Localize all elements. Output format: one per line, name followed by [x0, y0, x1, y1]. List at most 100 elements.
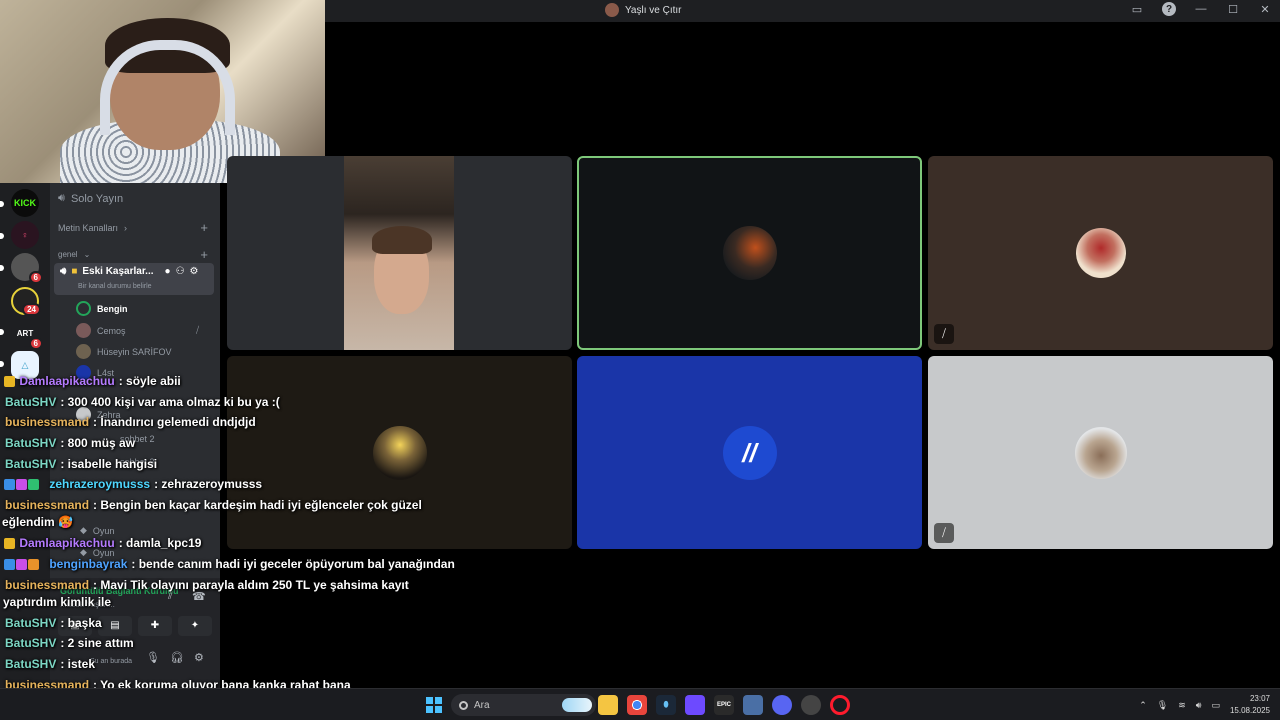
chat-text: : 2 sine attım [60, 636, 134, 650]
chat-message: Damlaapikachuu: söyle abii [4, 374, 181, 388]
general-category[interactable]: genel ⌄ [58, 250, 90, 259]
chat-text: yaptırdım kimlik ile [3, 595, 112, 609]
text-channels-header[interactable]: Metin Kanalları › [58, 223, 127, 233]
chat-message-continued: eğlendim 🥵 [2, 515, 73, 529]
video-tile-speaking[interactable] [577, 156, 922, 350]
chat-username: Damlaapikachuu [19, 374, 115, 388]
chat-text: : başka [60, 616, 102, 630]
video-tile[interactable] [227, 156, 572, 350]
video-tile[interactable]: ⧸ [928, 356, 1273, 549]
chat-username: BatuSHV [5, 436, 57, 450]
chrome-icon[interactable] [627, 695, 647, 715]
chat-message: BatuSHV: 300 400 kişi var ama olmaz ki b… [5, 395, 280, 409]
clock-time: 23:07 [1249, 694, 1270, 703]
activity-gamepad-icon[interactable]: ✚ [138, 616, 172, 636]
battery-icon[interactable]: ▭ [1211, 700, 1220, 711]
window-titlebar: Yaşlı ve Çıtır ▭ ? — ☐ ✕ [325, 0, 1280, 22]
volume-icon[interactable]: 🔊︎ [1196, 700, 1202, 711]
server-icon[interactable]: ♀ [11, 221, 39, 249]
chevron-right-icon: › [124, 223, 128, 233]
chat-text: : Mavi Tik olayını parayla aldım 250 TL … [93, 578, 409, 592]
chat-text: : damla_kpc19 [118, 536, 202, 550]
taskbar-search[interactable]: Ara [451, 694, 596, 716]
server-icon[interactable]: 6 [11, 253, 43, 284]
chat-message: BatuSHV: istek [5, 657, 95, 671]
add-channel-icon[interactable]: + [200, 220, 208, 235]
voice-member[interactable]: Bengin [76, 301, 128, 316]
chat-text: eğlendim 🥵 [2, 515, 73, 529]
file-explorer-icon[interactable] [598, 695, 618, 715]
member-name: Cemoş [97, 325, 126, 336]
epic-games-icon[interactable]: EPIC [714, 695, 734, 715]
unread-pip [0, 201, 4, 207]
video-tile[interactable]: ⧸ [928, 156, 1273, 350]
chat-username: BatuSHV [5, 457, 57, 471]
avatar [372, 425, 427, 480]
chat-username: Damlaapikachuu [19, 536, 115, 550]
chevron-up-icon[interactable]: ⌃ [1139, 700, 1147, 711]
clock-date: 15.08.2025 [1229, 706, 1270, 715]
help-icon[interactable]: ? [1162, 2, 1176, 16]
headphones-icon[interactable]: 🎧︎ [170, 651, 184, 664]
channel-oyun[interactable]: ◆ Oyun [80, 525, 114, 536]
app-icon[interactable] [743, 695, 763, 715]
active-voice-channel[interactable]: 🔊︎ ■ Eski Kaşarlar... ● ⚇ ⚙ Bir kanal du… [54, 263, 214, 295]
proton-icon[interactable] [685, 695, 705, 715]
wifi-icon[interactable]: ≋ [1178, 700, 1186, 711]
user-settings-gear-icon[interactable]: ⚙ [194, 651, 204, 664]
voice-member[interactable]: Hüseyin SARİFOV [76, 344, 172, 359]
microphone-icon[interactable]: 🎙︎ [1157, 700, 1168, 711]
chat-username: businessmand [5, 498, 90, 512]
mention-badge: 6 [28, 271, 43, 284]
maximize-button[interactable]: ☐ [1226, 2, 1240, 16]
category-label: Metin Kanalları [58, 223, 119, 233]
window-title: Yaşlı ve Çıtır [605, 3, 682, 17]
chat-message: businessmand: Mavi Tik olayını parayla a… [5, 578, 409, 592]
add-channel-icon[interactable]: + [200, 247, 208, 262]
minimize-button[interactable]: — [1194, 2, 1208, 16]
app-icon[interactable] [801, 695, 821, 715]
chat-message: businessmand: İnandırıcı gelemedi dndjdj… [5, 415, 256, 429]
microphone-icon[interactable]: 🎙︎ [146, 651, 160, 664]
chat-message-continued: yaptırdım kimlik ile [3, 595, 111, 609]
channel-label: Eski Kaşarlar... [82, 266, 154, 277]
gift-badge-icon [16, 479, 27, 491]
subscriber-badge-icon [28, 559, 39, 571]
webcam-headset [100, 40, 235, 135]
server-art-icon[interactable]: ART 6 [11, 319, 43, 350]
mention-badge: 6 [28, 337, 43, 350]
voice-member[interactable]: Cemoş ⧸ [76, 323, 199, 338]
chat-username: BatuSHV [5, 395, 57, 409]
share-screen-button[interactable]: ▤ [98, 616, 132, 636]
chat-icon[interactable]: ● [165, 266, 171, 277]
server-kick-icon[interactable]: KICK [11, 189, 39, 217]
discord-icon[interactable] [772, 695, 792, 715]
settings-gear-icon[interactable]: ⚙ [190, 266, 199, 277]
soundboard-button[interactable]: ✦ [178, 616, 212, 636]
chat-username: BatuSHV [5, 636, 57, 650]
video-tile[interactable]: // [577, 356, 922, 549]
member-name: Bengin [97, 303, 128, 314]
steam-icon[interactable]: ⬮ [656, 695, 676, 715]
chat-text: : İnandırıcı gelemedi dndjdjd [93, 415, 256, 429]
participant-camera-feed [344, 156, 454, 350]
channel-status-text[interactable]: Bir kanal durumu belirle [78, 283, 152, 290]
unread-pip [0, 361, 4, 367]
server-icon[interactable]: 24 [11, 287, 41, 316]
close-button[interactable]: ✕ [1258, 2, 1272, 16]
inbox-icon[interactable]: ▭ [1130, 2, 1144, 16]
search-placeholder: Ara [474, 699, 490, 711]
opera-icon[interactable] [830, 695, 850, 715]
invite-icon[interactable]: ⚇ [176, 266, 185, 277]
unread-pip [0, 233, 4, 239]
mention-badge: 24 [22, 303, 41, 316]
windows-start-icon[interactable] [426, 697, 442, 713]
chat-username: benginbayrak [49, 557, 128, 571]
gift-badge-icon [16, 559, 27, 571]
video-tile[interactable] [227, 356, 572, 549]
muted-mic-icon: ⧸ [196, 325, 200, 335]
chat-text: : 300 400 kişi var ama olmaz ki bu ya :( [60, 395, 280, 409]
clock[interactable]: 23:07 15.08.2025 [1230, 693, 1270, 717]
channel-solo-yayin[interactable]: 🔊︎ Solo Yayın [58, 192, 123, 205]
avatar [76, 301, 91, 316]
